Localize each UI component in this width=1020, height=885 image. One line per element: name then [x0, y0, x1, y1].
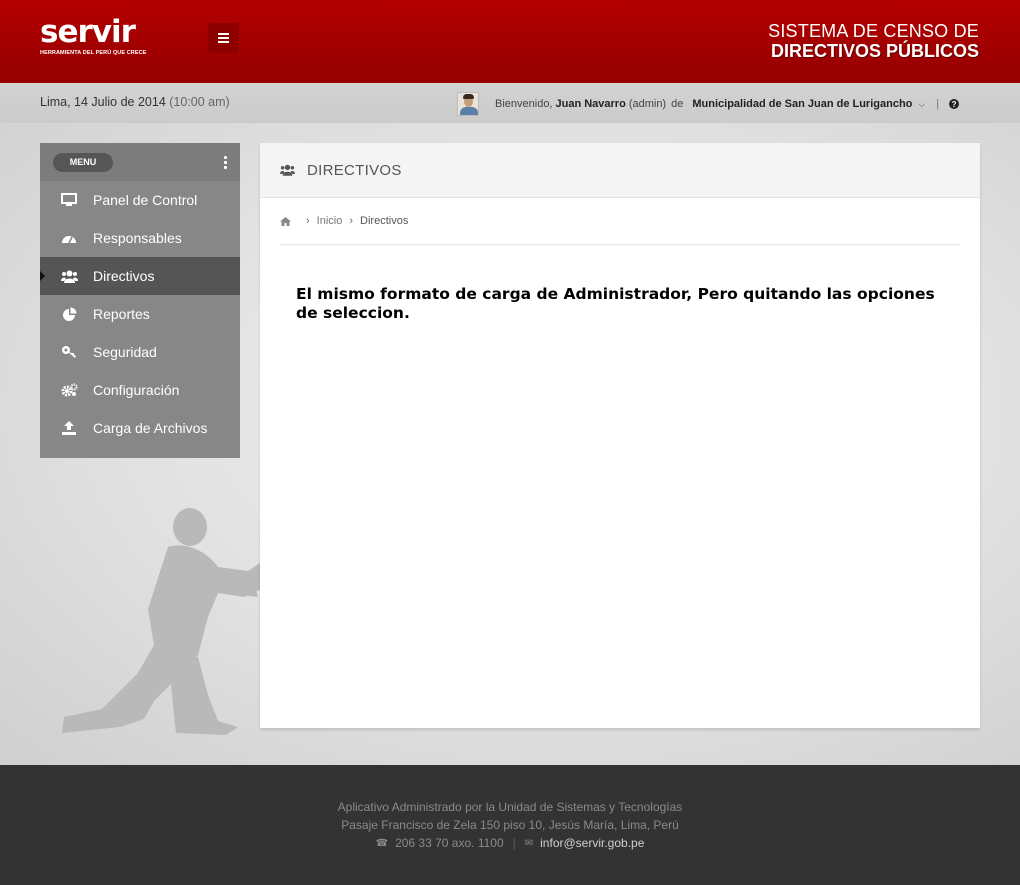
- system-title-line2: DIRECTIVOS PÚBLICOS: [770, 41, 979, 61]
- organization-dropdown[interactable]: Municipalidad de San Juan de Lurigancho …: [689, 98, 925, 110]
- placeholder-note: El mismo formato de carga de Administrad…: [296, 285, 935, 322]
- help-icon[interactable]: ?: [949, 99, 960, 109]
- sidebar-item-label: Seguridad: [93, 344, 157, 360]
- top-header: servir HERRAMIENTA DEL PERÚ QUE CRECE SI…: [0, 0, 1020, 83]
- breadcrumb-home-link[interactable]: Inicio: [317, 215, 343, 227]
- system-title: SISTEMA DE CENSO DE DIRECTIVOS PÚBLICOS: [768, 21, 979, 61]
- home-icon[interactable]: [280, 216, 291, 226]
- breadcrumb-separator-icon: ›: [306, 215, 310, 227]
- hamburger-icon: [218, 31, 229, 45]
- sidebar-item-seguridad[interactable]: Seguridad: [40, 333, 240, 371]
- breadcrumb: › Inicio › Directivos: [280, 198, 960, 245]
- footer-phone: 206 33 70 axo. 1100: [395, 836, 504, 850]
- users-icon: [60, 270, 78, 283]
- sidebar-item-label: Panel de Control: [93, 192, 198, 208]
- footer-divider: |: [512, 836, 516, 850]
- user-name: Juan Navarro: [555, 98, 626, 110]
- pushing-man-illustration: [62, 508, 262, 735]
- pie-chart-icon: [60, 307, 78, 322]
- logo-tagline: HERRAMIENTA DEL PERÚ QUE CRECE: [40, 50, 147, 56]
- info-bar: Lima, 14 Julio de 2014 (10:00 am) Bienve…: [0, 83, 1020, 123]
- breadcrumb-separator-icon: ›: [349, 215, 354, 227]
- logo-text: servir: [40, 14, 136, 50]
- key-icon: [60, 345, 78, 359]
- sidebar-item-label: Carga de Archivos: [93, 420, 208, 436]
- sidebar-item-label: Directivos: [93, 268, 155, 284]
- system-title-line1: SISTEMA DE CENSO DE: [768, 21, 979, 41]
- footer-email-link[interactable]: infor@servir.gob.pe: [540, 836, 644, 850]
- avatar[interactable]: [457, 92, 479, 116]
- sidebar-item-responsables[interactable]: Responsables: [40, 219, 240, 257]
- footer-contact: ☎ 206 33 70 axo. 1100 | ✉ infor@servir.g…: [0, 836, 1020, 850]
- footer-admin-text: Aplicativo Administrado por la Unidad de…: [337, 800, 683, 814]
- user-role: (admin): [628, 98, 667, 110]
- menu-label: MENU: [53, 153, 113, 172]
- main-panel: DIRECTIVOS › Inicio › Directivos El mism…: [260, 143, 980, 728]
- sidebar: MENU Panel de Control Responsables Direc…: [40, 143, 240, 458]
- sidebar-header: MENU: [40, 143, 240, 181]
- users-icon: [280, 164, 295, 176]
- chevron-down-icon: ⌵: [918, 98, 926, 109]
- phone-icon: ☎: [375, 837, 389, 849]
- dashboard-icon: [60, 232, 78, 244]
- separator: |: [936, 98, 940, 110]
- sidebar-item-panel-de-control[interactable]: Panel de Control: [40, 181, 240, 219]
- kebab-menu-icon[interactable]: [224, 156, 227, 171]
- monitor-icon: [60, 193, 78, 207]
- time-text: (10:00 am): [169, 95, 230, 109]
- welcome-prefix: Bienvenido,: [495, 98, 553, 110]
- gears-icon: [60, 383, 78, 397]
- sidebar-item-reportes[interactable]: Reportes: [40, 295, 240, 333]
- mail-icon: ✉: [524, 837, 534, 849]
- servir-logo[interactable]: servir HERRAMIENTA DEL PERÚ QUE CRECE: [40, 16, 160, 62]
- panel-header: DIRECTIVOS: [260, 143, 980, 198]
- user-info: Bienvenido, Juan Navarro (admin) de Muni…: [457, 92, 960, 116]
- footer-address: Pasaje Francisco de Zela 150 piso 10, Je…: [341, 818, 679, 832]
- footer: Aplicativo Administrado por la Unidad de…: [0, 765, 1020, 885]
- organization-name: Municipalidad de San Juan de Lurigancho: [692, 98, 913, 110]
- sidebar-item-label: Reportes: [93, 306, 150, 322]
- current-date: Lima, 14 Julio de 2014 (10:00 am): [40, 95, 230, 109]
- menu-toggle-button[interactable]: [208, 23, 239, 53]
- sidebar-item-carga-de-archivos[interactable]: Carga de Archivos: [40, 409, 240, 447]
- sidebar-item-label: Responsables: [93, 230, 182, 246]
- sidebar-item-configuracion[interactable]: Configuración: [40, 371, 240, 409]
- connector-text: de: [671, 98, 684, 110]
- breadcrumb-current: Directivos: [360, 215, 409, 227]
- date-text: Lima, 14 Julio de 2014: [40, 95, 166, 109]
- sidebar-item-directivos[interactable]: Directivos: [40, 257, 240, 295]
- page-title: DIRECTIVOS: [307, 161, 402, 179]
- upload-icon: [60, 421, 78, 435]
- sidebar-item-label: Configuración: [93, 382, 180, 398]
